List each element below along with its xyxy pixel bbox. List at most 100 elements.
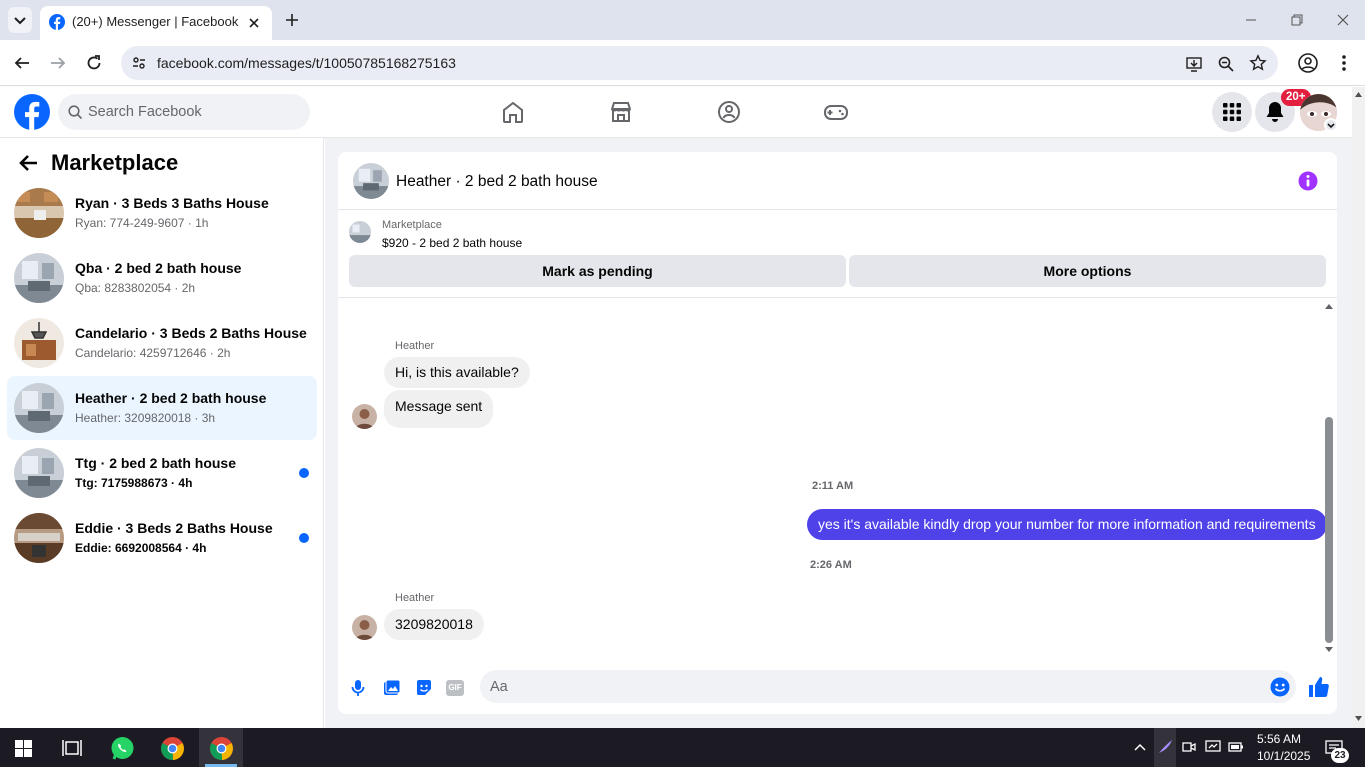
new-tab-icon[interactable] [284, 12, 300, 28]
browser-menu-icon[interactable] [1336, 53, 1352, 73]
unread-dot [299, 533, 309, 543]
chrome-profile-icon[interactable] [209, 736, 234, 761]
facebook-logo-icon[interactable] [14, 94, 50, 130]
reload-icon[interactable] [85, 54, 103, 72]
back-arrow-icon[interactable] [19, 154, 39, 172]
bell-icon [1266, 102, 1284, 122]
message-composer[interactable] [480, 670, 1296, 703]
install-app-icon[interactable] [1185, 55, 1203, 73]
sender-name: Heather [395, 592, 435, 604]
my-message-bubble[interactable]: yes it's available kindly drop your numb… [807, 509, 1327, 540]
listing-thumbnail [14, 188, 64, 238]
profile-icon[interactable] [1297, 52, 1319, 74]
facebook-top-bar: 20+ [0, 87, 1352, 137]
message-bubble[interactable]: Message sent [384, 390, 494, 428]
info-icon[interactable] [1298, 171, 1318, 191]
page-scrollbar[interactable] [1352, 87, 1365, 728]
scroll-up-icon[interactable] [1324, 302, 1334, 310]
person-photo-icon [352, 615, 377, 640]
gaming-icon[interactable] [823, 99, 849, 125]
conversation-item[interactable]: Heather · 2 bed 2 bath house Heather: 32… [7, 376, 317, 440]
mark-as-pending-button[interactable]: Mark as pending [349, 255, 846, 287]
forward-icon[interactable] [49, 54, 67, 72]
conversation-item[interactable]: Qba · 2 bed 2 bath house Qba: 8283802054… [7, 246, 317, 310]
room-photo-icon [14, 383, 64, 433]
marketplace-icon[interactable] [608, 99, 634, 125]
sticker-icon[interactable] [415, 679, 433, 697]
kitchen-photo-icon [14, 188, 64, 238]
photo-icon[interactable] [383, 679, 401, 697]
facebook-favicon-icon [49, 14, 65, 30]
chat-title[interactable]: Heather · 2 bed 2 bath house [396, 173, 598, 191]
windows-start-icon[interactable] [15, 740, 32, 757]
conversation-item[interactable]: Ttg · 2 bed 2 bath house Ttg: 7175988673… [7, 441, 317, 505]
chat-panel: Heather · 2 bed 2 bath house Marketplace… [338, 152, 1337, 714]
back-icon[interactable] [13, 54, 31, 72]
conversation-item[interactable]: Ryan · 3 Beds 3 Baths House Ryan: 774-24… [7, 181, 317, 245]
search-input[interactable] [88, 94, 298, 130]
taskbar-time[interactable]: 5:56 AM [1257, 732, 1301, 746]
browser-tab[interactable]: (20+) Messenger | Facebook [40, 6, 272, 40]
listing-thumbnail [14, 318, 64, 368]
bookmark-star-icon[interactable] [1249, 54, 1267, 72]
meet-now-icon[interactable] [1182, 740, 1196, 754]
tab-search-button[interactable] [8, 7, 32, 33]
scroll-down-icon[interactable] [1324, 646, 1334, 654]
menu-button[interactable] [1212, 92, 1252, 132]
emoji-icon[interactable] [1270, 677, 1290, 697]
chrome-icon[interactable] [160, 736, 185, 761]
zoom-icon[interactable] [1217, 55, 1235, 73]
notification-count: 23 [1331, 748, 1349, 763]
dining-photo-icon [14, 318, 64, 368]
microphone-icon[interactable] [351, 679, 365, 697]
chat-header: Heather · 2 bed 2 bath house [338, 152, 1337, 210]
search-icon [68, 105, 83, 120]
kitchen-photo-icon [14, 513, 64, 563]
conversation-snippet: Candelario: 4259712646 · 2h [75, 346, 231, 360]
room-photo-icon [14, 253, 64, 303]
like-thumb-icon[interactable] [1307, 676, 1329, 698]
account-chevron[interactable] [1324, 118, 1338, 132]
listing-thumbnail [14, 383, 64, 433]
person-photo-icon [352, 404, 377, 429]
display-icon[interactable] [1205, 740, 1221, 754]
timestamp: 2:11 AM [812, 480, 854, 492]
taskbar-date[interactable]: 10/1/2025 [1257, 749, 1310, 763]
listing-thumbnail [14, 448, 64, 498]
conversation-snippet: Heather: 3209820018 · 3h [75, 411, 216, 425]
scroll-up-icon[interactable] [1354, 91, 1363, 98]
gif-button[interactable]: GIF [446, 680, 464, 696]
whatsapp-icon[interactable] [110, 736, 135, 761]
site-info-icon[interactable] [131, 55, 147, 71]
conversation-snippet: Eddie: 6692008564 · 4h [75, 541, 207, 555]
chat-avatar[interactable] [353, 163, 389, 199]
restore-icon[interactable] [1289, 12, 1305, 28]
chevron-up-icon[interactable] [1133, 741, 1147, 753]
close-window-icon[interactable] [1335, 12, 1351, 28]
conversation-snippet: Ttg: 7175988673 · 4h [75, 476, 193, 490]
minimize-icon[interactable] [1243, 12, 1259, 28]
conversation-title: Qba · 2 bed 2 bath house [75, 260, 242, 276]
message-bubble[interactable]: Hi, is this available? [384, 357, 530, 388]
room-photo-icon [14, 448, 64, 498]
scroll-down-icon[interactable] [1354, 715, 1363, 722]
battery-icon[interactable] [1228, 741, 1244, 753]
listing-price[interactable]: $920 - 2 bed 2 bath house [382, 236, 522, 250]
more-options-button[interactable]: More options [849, 255, 1326, 287]
facebook-search[interactable] [58, 94, 310, 130]
pen-feather-icon[interactable] [1157, 739, 1173, 755]
taskbar: 5:56 AM 10/1/2025 23 [0, 728, 1365, 767]
task-view-icon[interactable] [62, 739, 82, 757]
groups-icon[interactable] [716, 99, 742, 125]
marketplace-sidebar: Marketplace Ryan · 3 Beds 3 Baths House … [0, 138, 324, 728]
message-input[interactable] [490, 670, 1260, 703]
conversation-item[interactable]: Candelario · 3 Beds 2 Baths House Candel… [7, 311, 317, 375]
close-tab-icon[interactable] [247, 16, 261, 30]
conversation-item[interactable]: Eddie · 3 Beds 2 Baths House Eddie: 6692… [7, 506, 317, 570]
message-bubble[interactable]: 3209820018 [384, 609, 484, 640]
conversation-title: Eddie · 3 Beds 2 Baths House [75, 520, 273, 536]
sender-avatar [352, 404, 377, 429]
address-bar[interactable]: facebook.com/messages/t/1005078516827516… [121, 46, 1278, 80]
home-icon[interactable] [500, 99, 526, 125]
scrollbar-thumb[interactable] [1325, 417, 1333, 643]
